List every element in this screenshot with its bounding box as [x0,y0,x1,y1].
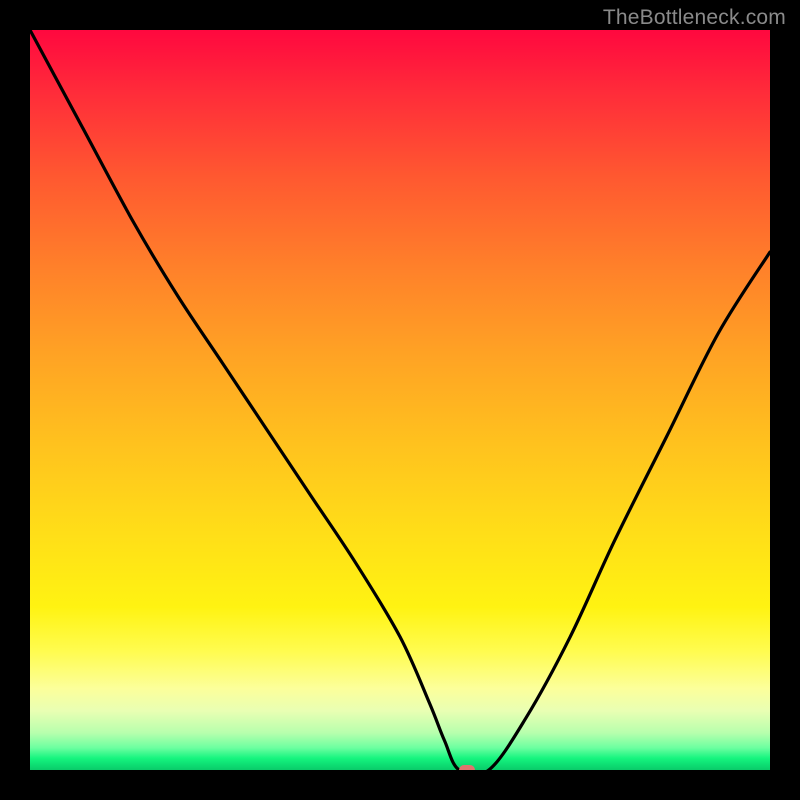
optimal-point-marker [459,765,475,770]
watermark-text: TheBottleneck.com [603,6,786,30]
curve-svg [30,30,770,770]
chart-frame: TheBottleneck.com [0,0,800,800]
plot-area [30,30,770,770]
bottleneck-curve [30,30,770,770]
